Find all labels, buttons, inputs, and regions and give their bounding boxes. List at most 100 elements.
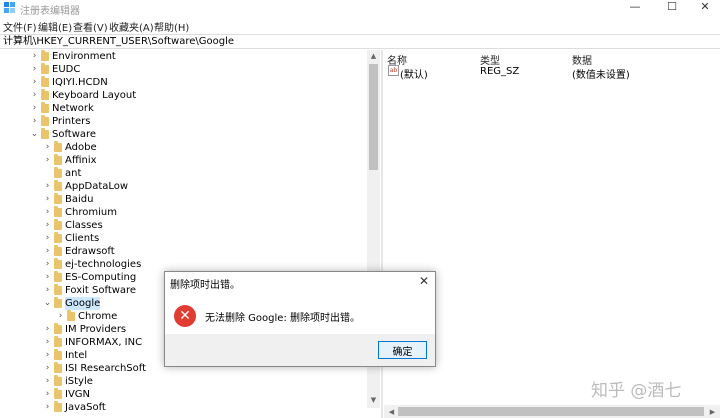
tree-item-label: INFORMAX, INC	[65, 337, 143, 348]
ok-button[interactable]: 确定	[378, 341, 427, 359]
folder-icon	[54, 323, 62, 334]
tree-item[interactable]: ant	[0, 167, 367, 180]
chevron-right-icon[interactable]: ›	[43, 258, 52, 271]
list-scrollbar-thumb[interactable]	[398, 407, 704, 416]
menu-help[interactable]: 帮助(H)	[154, 19, 189, 34]
folder-icon	[67, 310, 75, 321]
tree-item[interactable]: › iStyle	[0, 375, 367, 388]
chevron-right-icon[interactable]: ›	[43, 154, 52, 167]
chevron-right-icon[interactable]: ›	[43, 245, 52, 258]
tree-item[interactable]: › Adobe	[0, 141, 367, 154]
tree-item[interactable]: ⌄ Software	[0, 128, 367, 141]
tree-item-label: Environment	[52, 51, 116, 62]
folder-icon	[54, 245, 62, 256]
menu-file[interactable]: 文件(F)	[3, 19, 37, 34]
menu-view[interactable]: 查看(V)	[73, 19, 108, 34]
value-name[interactable]: (默认)	[400, 66, 428, 81]
folder-icon	[54, 349, 62, 360]
menu-edit[interactable]: 编辑(E)	[38, 19, 72, 34]
menu-favorites[interactable]: 收藏夹(A)	[109, 19, 154, 34]
chevron-right-icon[interactable]: ›	[43, 323, 52, 336]
tree-item[interactable]: › ej-technologies	[0, 258, 367, 271]
folder-icon	[54, 219, 62, 230]
tree-item[interactable]: › Chromium	[0, 206, 367, 219]
chevron-right-icon[interactable]: ›	[43, 271, 52, 284]
tree-item[interactable]: › JavaSoft	[0, 401, 367, 414]
chevron-right-icon[interactable]: ›	[43, 401, 52, 414]
tree-item-label: Classes	[65, 220, 103, 231]
chevron-right-icon[interactable]: ›	[43, 206, 52, 219]
tree-item-label: Keyboard Layout	[52, 90, 137, 101]
tree-item[interactable]: › Keyboard Layout	[0, 89, 367, 102]
chevron-right-icon[interactable]: ›	[43, 219, 52, 232]
chevron-right-icon[interactable]: ›	[43, 180, 52, 193]
chevron-right-icon[interactable]: ›	[43, 336, 52, 349]
dialog-footer: 确定	[165, 334, 435, 366]
tree-item[interactable]: › IVGN	[0, 388, 367, 401]
tree-item[interactable]: › Affinix	[0, 154, 367, 167]
folder-icon	[54, 180, 62, 191]
chevron-right-icon[interactable]: ›	[30, 63, 39, 76]
chevron-right-icon[interactable]: ›	[43, 232, 52, 245]
folder-icon	[54, 141, 62, 152]
chevron-right-icon[interactable]: ›	[43, 362, 52, 375]
tree-item[interactable]: › Baidu	[0, 193, 367, 206]
scroll-right-icon[interactable]: ▶	[706, 408, 719, 416]
folder-icon	[54, 401, 62, 412]
tree-item-label: Adobe	[65, 142, 97, 153]
tree-item-label: Software	[52, 129, 97, 140]
tree-scrollbar-thumb[interactable]	[369, 64, 378, 170]
tree-item-label: Baidu	[65, 194, 94, 205]
tree-item-label: ES-Computing	[65, 272, 137, 283]
chevron-right-icon[interactable]: ›	[43, 349, 52, 362]
value-data: (数值未设置)	[572, 70, 630, 81]
column-header-type[interactable]: 类型	[480, 52, 500, 67]
dialog-title: 删除项时出错。	[170, 280, 240, 291]
error-icon: ✕	[174, 305, 196, 327]
tree-item-label: ej-technologies	[65, 259, 142, 270]
chevron-right-icon[interactable]: ›	[43, 141, 52, 154]
window-title: 注册表编辑器	[20, 6, 80, 17]
tree-item-label: Foxit Software	[65, 285, 137, 296]
chevron-right-icon[interactable]: ›	[43, 375, 52, 388]
chevron-right-icon[interactable]: ›	[43, 284, 52, 297]
title-bar: 注册表编辑器 — ☐ ✕	[0, 0, 720, 17]
tree-item-label: JavaSoft	[65, 402, 106, 413]
address-bar[interactable]: 计算机\HKEY_CURRENT_USER\Software\Google	[0, 34, 720, 49]
tree-item-label: Clients	[65, 233, 100, 244]
minimize-button[interactable]: —	[618, 0, 652, 16]
chevron-right-icon[interactable]: ›	[56, 310, 65, 323]
maximize-button[interactable]: ☐	[655, 0, 689, 16]
column-header-data[interactable]: 数据	[572, 52, 592, 67]
tree-item-label: ISI ResearchSoft	[65, 363, 147, 374]
scroll-up-icon[interactable]: ▲	[367, 52, 380, 60]
tree-item-label: IQIYI.HCDN	[52, 77, 108, 88]
chevron-right-icon[interactable]: ›	[30, 50, 39, 63]
tree-item[interactable]: › AppDataLow	[0, 180, 367, 193]
scroll-left-icon[interactable]: ◀	[385, 408, 398, 416]
close-button[interactable]: ✕	[688, 0, 720, 16]
chevron-right-icon[interactable]: ›	[30, 89, 39, 102]
tree-item[interactable]: › EUDC	[0, 63, 367, 76]
scroll-down-icon[interactable]: ▼	[367, 396, 380, 404]
tree-item-label: Edrawsoft	[65, 246, 115, 257]
folder-icon	[54, 232, 62, 243]
tree-item[interactable]: › IQIYI.HCDN	[0, 76, 367, 89]
tree-item[interactable]: › Printers	[0, 115, 367, 128]
tree-item[interactable]: › Clients	[0, 232, 367, 245]
dialog-close-icon[interactable]: ✕	[419, 274, 429, 288]
chevron-right-icon[interactable]: ›	[30, 102, 39, 115]
tree-item[interactable]: › Edrawsoft	[0, 245, 367, 258]
tree-item[interactable]: › Network	[0, 102, 367, 115]
chevron-right-icon[interactable]: ›	[43, 388, 52, 401]
folder-icon	[54, 388, 62, 399]
chevron-down-icon[interactable]: ⌄	[43, 297, 52, 310]
chevron-down-icon[interactable]: ⌄	[30, 128, 39, 141]
tree-item[interactable]: › Environment	[0, 50, 367, 63]
chevron-right-icon[interactable]: ›	[30, 76, 39, 89]
chevron-right-icon[interactable]: ›	[43, 193, 52, 206]
registry-editor-icon	[4, 2, 15, 13]
folder-icon	[41, 63, 49, 74]
chevron-right-icon[interactable]: ›	[30, 115, 39, 128]
tree-item[interactable]: › Classes	[0, 219, 367, 232]
